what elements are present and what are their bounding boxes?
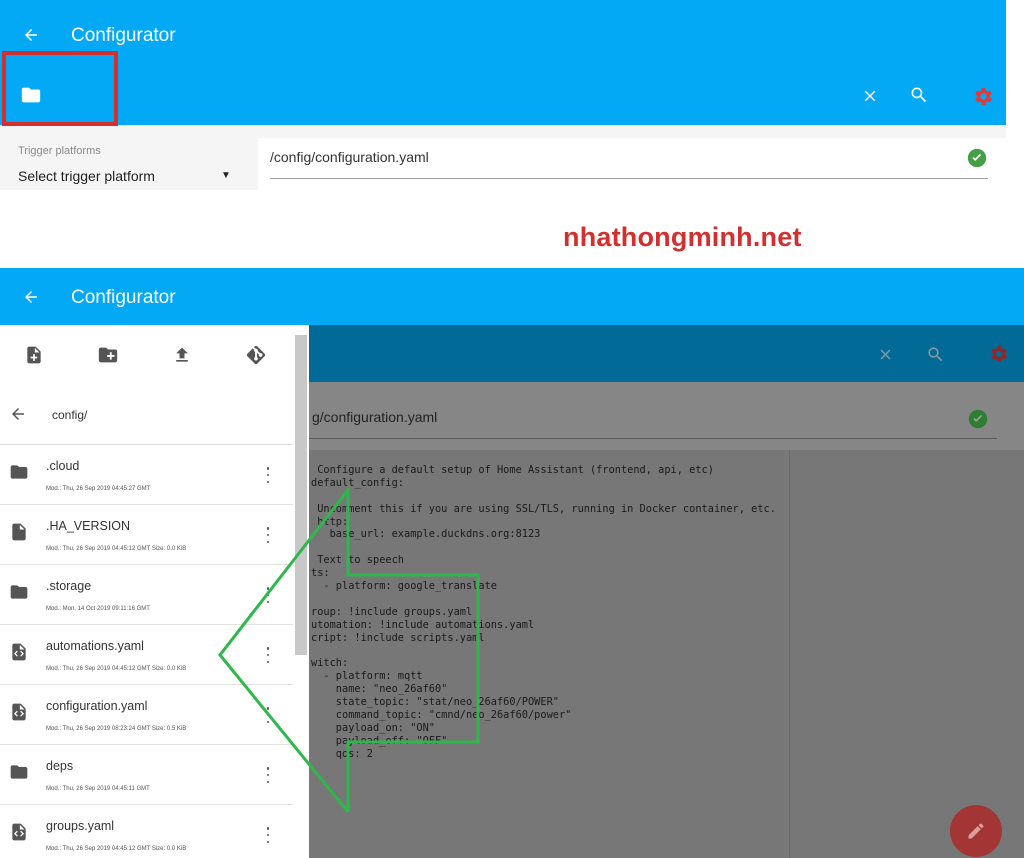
arrow-outline (218, 485, 480, 813)
screenshot-composite: Configurator Trigger platforms Select tr… (0, 0, 1024, 858)
annotation-arrows (218, 485, 480, 813)
